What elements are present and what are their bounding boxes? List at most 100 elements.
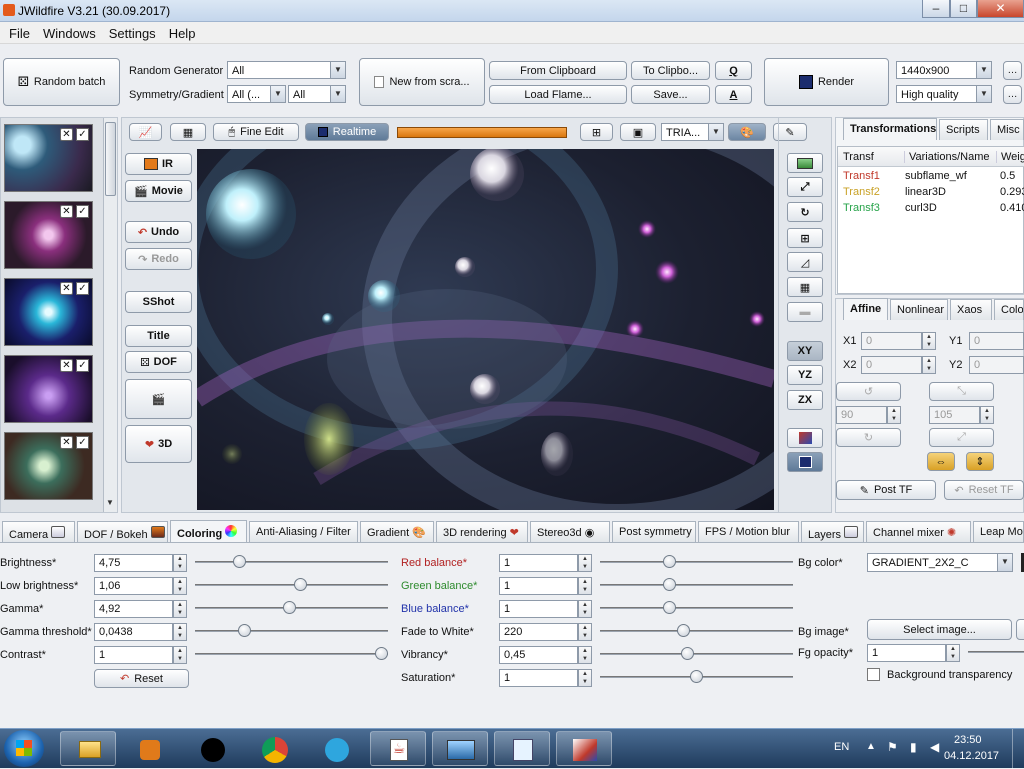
chart-icon[interactable]: 📈 xyxy=(129,123,162,141)
tab-dof-bokeh[interactable]: DOF / Bokeh xyxy=(77,521,168,542)
start-button[interactable] xyxy=(4,730,44,767)
taskbar-messenger[interactable] xyxy=(184,731,240,766)
menu-windows[interactable]: Windows xyxy=(34,22,100,41)
grid-icon[interactable]: ▦ xyxy=(787,277,823,297)
rotate-left-icon[interactable]: ↺ xyxy=(836,382,901,401)
language-indicator[interactable]: EN xyxy=(834,741,849,753)
scale-amount-spinner[interactable]: ▲ ▼ xyxy=(980,406,994,424)
table-row[interactable]: Transf1 subflame_wf 0.5 xyxy=(838,168,1024,184)
gamma-spinner[interactable]: ▲ ▼ xyxy=(173,600,187,618)
symmetry-select[interactable]: All (... ▼ xyxy=(227,85,286,103)
y2-field[interactable]: 0 xyxy=(969,356,1024,374)
taskbar-notepad[interactable] xyxy=(494,731,550,766)
green-balance-field[interactable]: 1 xyxy=(499,577,578,595)
reset-button[interactable]: ↶ Reset xyxy=(94,669,189,688)
zx-button[interactable]: ZX xyxy=(787,390,823,410)
gamma-threshold-spinner[interactable]: ▲ ▼ xyxy=(173,623,187,641)
gamma-threshold-slider[interactable] xyxy=(195,630,388,632)
taskbar-paint[interactable] xyxy=(556,731,612,766)
quality-edit-button[interactable]: … xyxy=(1003,85,1022,104)
transform-icon[interactable]: ⤢ xyxy=(787,177,823,197)
tab-color[interactable]: Color xyxy=(994,299,1024,320)
tab-stereo3d[interactable]: Stereo3d ◉ xyxy=(530,521,610,542)
resolution-select[interactable]: 1440x900 ▼ xyxy=(896,61,992,79)
fine-edit-button[interactable]: 🖱 Fine Edit xyxy=(213,123,299,141)
close-icon[interactable]: ✕ xyxy=(60,282,73,295)
fade-to-white-spinner[interactable]: ▲ ▼ xyxy=(578,623,592,641)
show-desktop-button[interactable] xyxy=(1012,729,1024,769)
network-icon[interactable]: ▮ xyxy=(910,740,917,754)
checkbox-icon[interactable]: ✓ xyxy=(76,436,89,449)
load-flame-button[interactable]: Load Flame... xyxy=(489,85,627,104)
close-icon[interactable]: ✕ xyxy=(60,359,73,372)
red-balance-field[interactable]: 1 xyxy=(499,554,578,572)
scale-down-icon[interactable]: ⤢ xyxy=(929,428,994,447)
fade-to-white-field[interactable]: 220 xyxy=(499,623,578,641)
render-icon[interactable] xyxy=(787,452,823,472)
tab-nonlinear[interactable]: Nonlinear xyxy=(890,299,948,320)
red-balance-slider-knob[interactable] xyxy=(663,555,676,568)
brightness-field[interactable]: 4,75 xyxy=(94,554,173,572)
x2-field[interactable]: 0 xyxy=(861,356,922,374)
3d-button[interactable]: ❤ 3D xyxy=(125,425,192,463)
vibrancy-spinner[interactable]: ▲ ▼ xyxy=(578,646,592,664)
tab-layers[interactable]: Layers xyxy=(801,521,864,542)
thumbnail-2[interactable]: ✕ ✓ xyxy=(4,201,93,269)
taskbar-java[interactable]: ☕ xyxy=(370,731,426,766)
fg-opacity-slider[interactable] xyxy=(968,651,1024,653)
maximize-button[interactable]: □ xyxy=(950,0,977,18)
checkbox-icon[interactable]: ✓ xyxy=(76,282,89,295)
rotate-amount-spinner[interactable]: ▲ ▼ xyxy=(887,406,901,424)
checkbox-icon[interactable]: ✓ xyxy=(76,128,89,141)
red-balance-spinner[interactable]: ▲ ▼ xyxy=(578,554,592,572)
from-clipboard-button[interactable]: From Clipboard xyxy=(489,61,627,80)
thumbnail-scrollbar[interactable]: ▼ xyxy=(103,118,117,512)
menu-settings[interactable]: Settings xyxy=(100,22,160,41)
menu-help[interactable]: Help xyxy=(160,22,200,41)
checkbox-icon[interactable]: ✓ xyxy=(76,359,89,372)
x1-spinner[interactable]: ▲ ▼ xyxy=(922,332,936,350)
saturation-field[interactable]: 1 xyxy=(499,669,578,687)
y1-field[interactable]: 0 xyxy=(969,332,1024,350)
tab-channel-mixer[interactable]: Channel mixer ✺ xyxy=(866,521,971,542)
quality-select[interactable]: High quality ▼ xyxy=(896,85,992,103)
taskbar-explorer[interactable] xyxy=(60,731,116,766)
a-button[interactable]: A xyxy=(715,85,752,104)
gamma-threshold-field[interactable]: 0,0438 xyxy=(94,623,173,641)
scroll-down-icon[interactable]: ▼ xyxy=(106,498,114,507)
x1-field[interactable]: 0 xyxy=(861,332,922,350)
scale-up-icon[interactable]: ⤡ xyxy=(929,382,994,401)
post-tf-button[interactable]: ✎ Post TF xyxy=(836,480,936,500)
fg-opacity-spinner[interactable]: ▲ ▼ xyxy=(946,644,960,662)
taskbar-photo-viewer[interactable] xyxy=(432,731,488,766)
thumbnail-5[interactable]: ✕ ✓ xyxy=(4,432,93,500)
disabled-tool-icon[interactable]: ▬ xyxy=(787,302,823,322)
dof-button[interactable]: ⚄ DOF xyxy=(125,351,192,373)
blue-balance-spinner[interactable]: ▲ ▼ xyxy=(578,600,592,618)
bg-color-select[interactable]: GRADIENT_2X2_C ▼ xyxy=(867,553,1013,572)
flip-vertical-icon[interactable]: ⇕ xyxy=(966,452,994,471)
tab-scripts[interactable]: Scripts xyxy=(939,119,988,140)
close-button[interactable]: ✕ xyxy=(977,0,1024,18)
low-brightness-spinner[interactable]: ▲ ▼ xyxy=(173,577,187,595)
background-transparency-checkbox[interactable] xyxy=(867,668,880,681)
color-palette-icon[interactable]: 🎨 xyxy=(728,123,766,141)
taskbar-telegram[interactable] xyxy=(308,731,364,766)
scrollbar-thumb[interactable] xyxy=(105,122,116,196)
eraser-icon[interactable]: ✎ xyxy=(773,123,807,141)
low-brightness-field[interactable]: 1,06 xyxy=(94,577,173,595)
contrast-spinner[interactable]: ▲ ▼ xyxy=(173,646,187,664)
realtime-button[interactable]: Realtime xyxy=(305,123,389,141)
yz-button[interactable]: YZ xyxy=(787,365,823,385)
ir-button[interactable]: IR xyxy=(125,153,192,175)
blue-balance-slider[interactable] xyxy=(600,607,793,609)
clock-date[interactable]: 04.12.2017 xyxy=(944,750,999,762)
rotate-amount-field[interactable]: 90 xyxy=(836,406,887,424)
green-balance-slider[interactable] xyxy=(600,584,793,586)
render-button[interactable]: Render xyxy=(764,58,889,106)
vibrancy-slider-knob[interactable] xyxy=(681,647,694,660)
contrast-slider[interactable] xyxy=(195,653,388,655)
movie-button[interactable]: 🎬 Movie xyxy=(125,180,192,202)
select-image-button[interactable]: Select image... xyxy=(867,619,1012,640)
tab-fps-motion-blur[interactable]: FPS / Motion blur xyxy=(698,521,799,542)
